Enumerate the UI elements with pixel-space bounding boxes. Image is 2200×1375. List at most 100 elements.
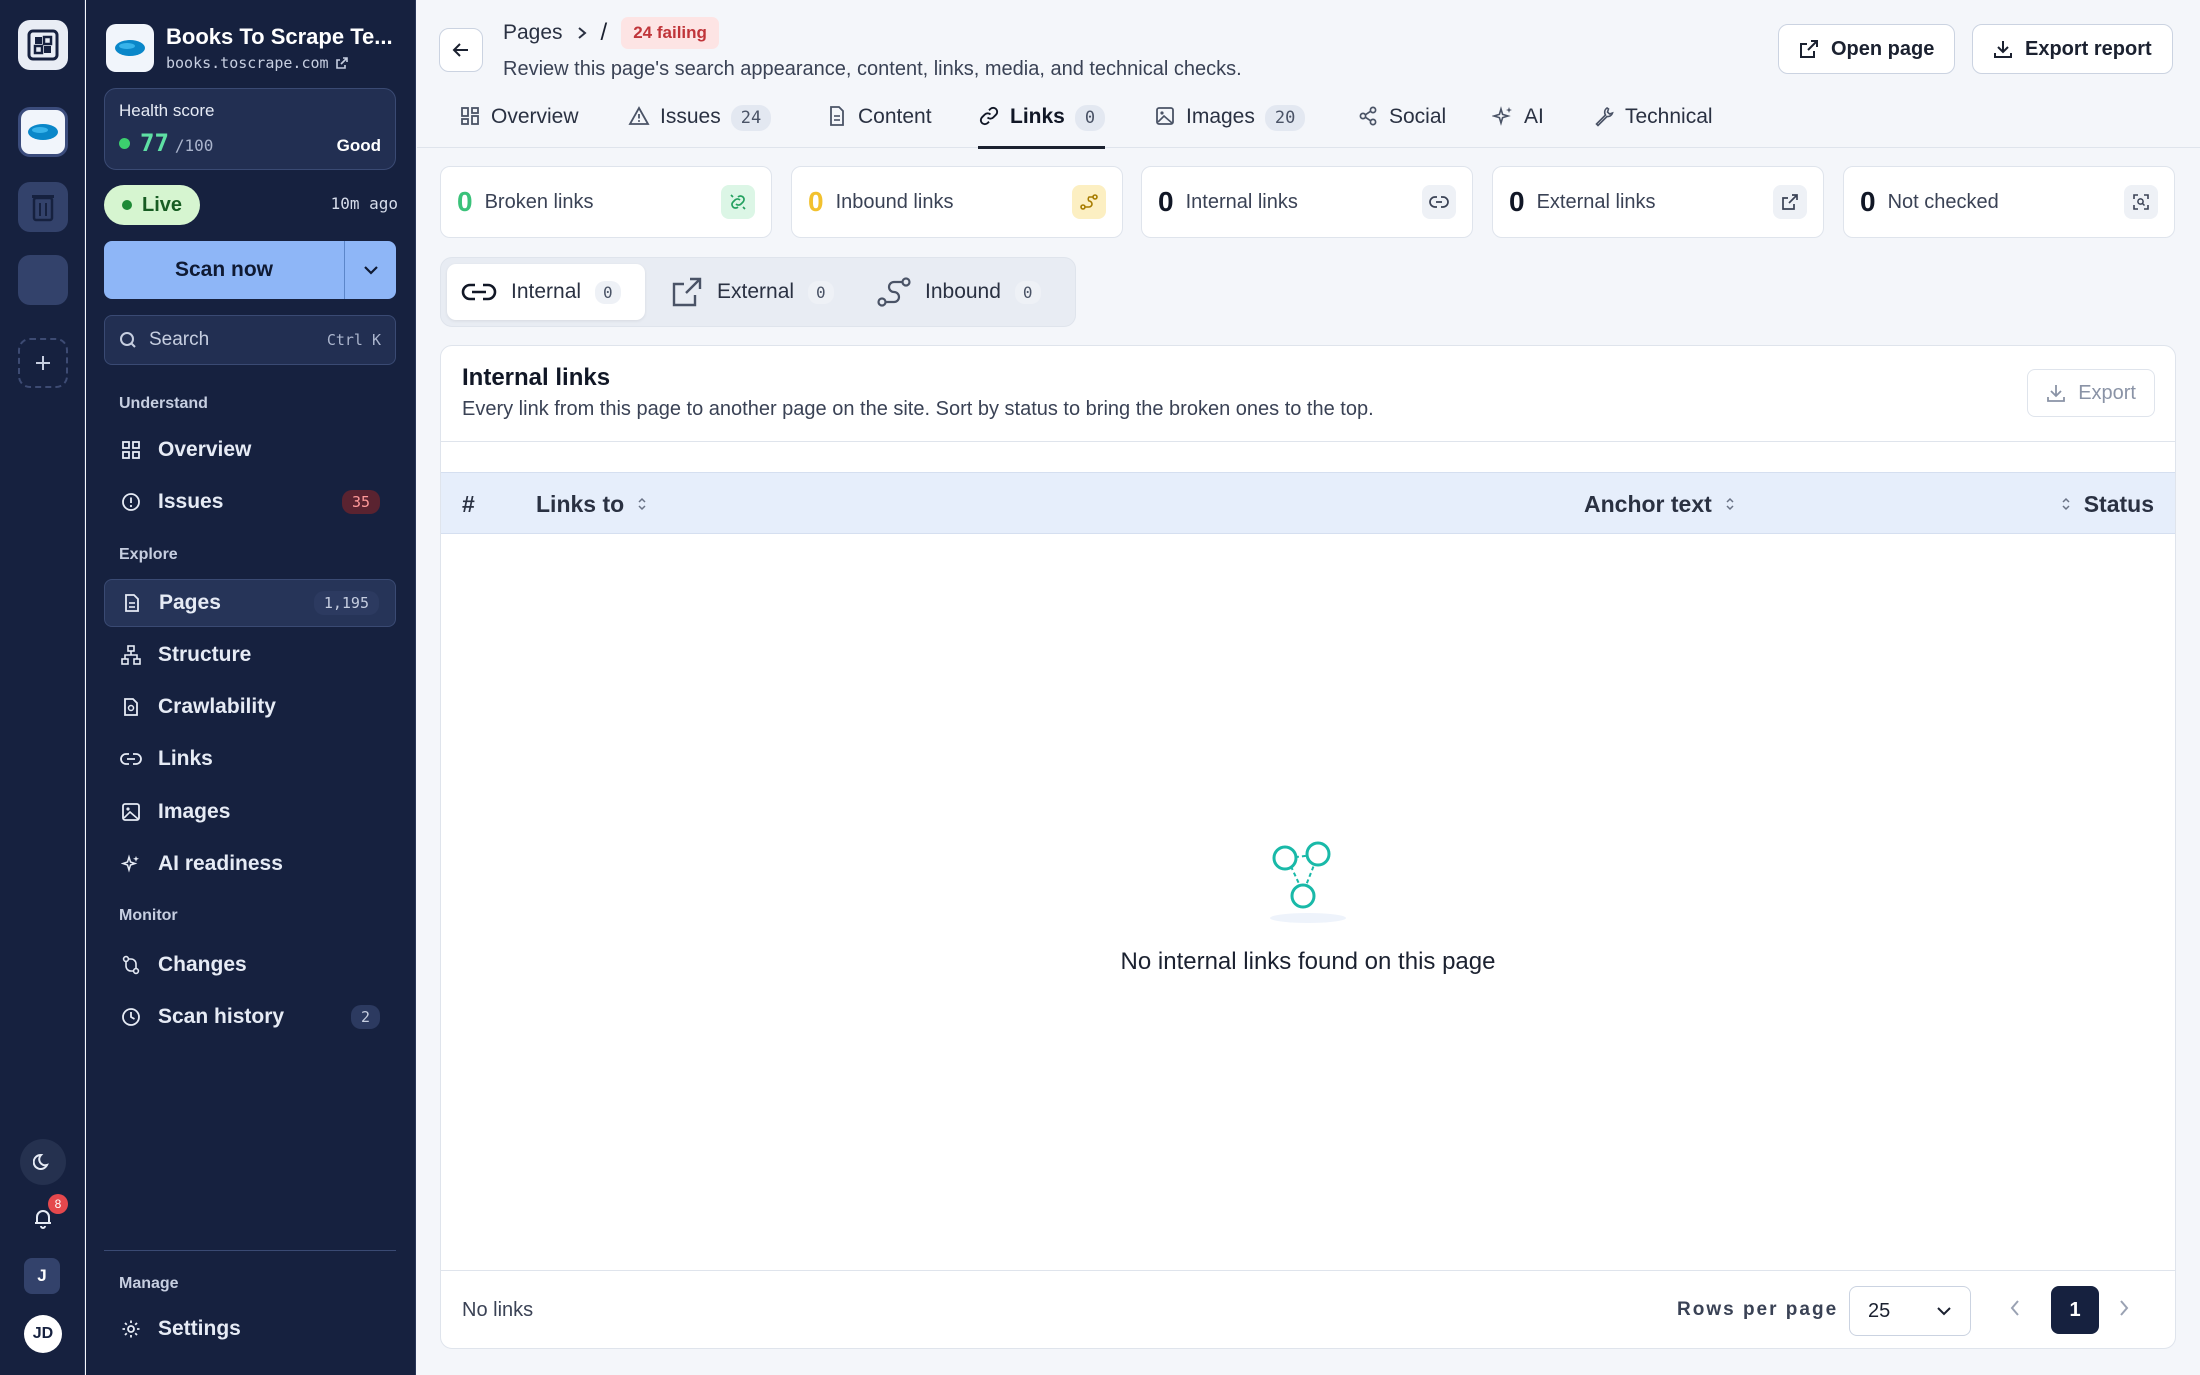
- tab-overview[interactable]: Overview: [459, 100, 579, 148]
- sidebar-item-label: Changes: [158, 953, 247, 976]
- segment-internal[interactable]: Internal 0: [447, 264, 645, 320]
- site-switch-trash-icon[interactable]: [18, 182, 68, 232]
- tab-content[interactable]: Content: [826, 100, 932, 148]
- external-link-icon: [335, 56, 349, 70]
- workspace-avatar[interactable]: J: [24, 1258, 60, 1294]
- sidebar-item-structure[interactable]: Structure: [104, 631, 396, 679]
- stat-broken-links[interactable]: 0 Broken links: [440, 166, 772, 238]
- sidebar-item-issues[interactable]: Issues 35: [104, 478, 396, 526]
- column-anchor-text[interactable]: Anchor text: [1584, 473, 1736, 535]
- open-page-button[interactable]: Open page: [1778, 24, 1956, 74]
- sidebar-item-changes[interactable]: Changes: [104, 941, 396, 989]
- sidebar-item-pages[interactable]: Pages 1,195: [104, 579, 396, 627]
- sort-icon: [2060, 496, 2072, 512]
- health-score-max: /100: [174, 136, 214, 155]
- column-links-to[interactable]: Links to: [536, 473, 648, 535]
- site-switch-books-icon[interactable]: [18, 107, 68, 157]
- download-icon: [2046, 383, 2066, 403]
- tab-links-count: 0: [1074, 105, 1106, 131]
- sort-icon: [636, 496, 648, 512]
- grid-icon: [120, 439, 142, 461]
- sparkles-icon: [120, 853, 142, 875]
- tab-images[interactable]: Images 20: [1154, 100, 1306, 148]
- health-grade: Good: [336, 136, 381, 155]
- segment-count: 0: [595, 280, 621, 304]
- rows-per-page-select[interactable]: 25: [1849, 1286, 1971, 1336]
- user-avatar[interactable]: JD: [24, 1315, 62, 1353]
- stat-value: 0: [808, 186, 824, 217]
- app-logo-icon[interactable]: [18, 20, 68, 70]
- stat-inbound-links[interactable]: 0 Inbound links: [791, 166, 1123, 238]
- tab-technical[interactable]: Technical: [1593, 100, 1713, 148]
- back-button[interactable]: [439, 28, 483, 72]
- external-link-icon: [1799, 39, 1819, 59]
- link-icon: [120, 748, 142, 770]
- stat-label: Inbound links: [835, 190, 954, 213]
- tab-social-label: Social: [1389, 105, 1447, 128]
- site-header[interactable]: Books To Scrape Te... books.toscrape.com: [106, 24, 393, 72]
- current-page-button[interactable]: 1: [2051, 1286, 2099, 1334]
- breadcrumb-pages-link[interactable]: Pages: [503, 21, 563, 45]
- health-score-card[interactable]: Health score 77 /100 Good: [104, 88, 396, 170]
- site-switch-blank-icon[interactable]: [18, 255, 68, 305]
- scan-history-count-badge: 2: [350, 1005, 380, 1029]
- file-search-icon: [120, 696, 142, 718]
- empty-state: No internal links found on this page: [441, 836, 2175, 976]
- sidebar-item-crawlability[interactable]: Crawlability: [104, 683, 396, 731]
- previous-page-chevron-left-icon[interactable]: [2009, 1298, 2021, 1318]
- page-detail-tabs: Overview Issues 24 Content Links 0 Image…: [417, 100, 2200, 149]
- tab-links[interactable]: Links 0: [978, 100, 1106, 149]
- export-links-button[interactable]: Export: [2027, 369, 2155, 417]
- export-report-button[interactable]: Export report: [1972, 24, 2173, 74]
- sitemap-icon: [120, 644, 142, 666]
- search-input[interactable]: Search Ctrl K: [104, 315, 396, 365]
- export-report-label: Export report: [2025, 37, 2152, 60]
- segment-inbound[interactable]: Inbound 0: [863, 264, 1055, 320]
- breadcrumb: Pages / 24 failing: [503, 16, 719, 50]
- tab-ai-label: AI: [1524, 105, 1544, 128]
- segment-label: External: [717, 280, 795, 303]
- dark-mode-moon-icon[interactable]: [20, 1139, 66, 1185]
- tab-social[interactable]: Social: [1357, 100, 1446, 148]
- link-icon: [461, 280, 497, 304]
- image-icon: [120, 801, 142, 823]
- scan-search-icon: [2124, 185, 2158, 219]
- segment-external[interactable]: External 0: [657, 264, 848, 320]
- failing-checks-badge[interactable]: 24 failing: [621, 17, 719, 49]
- link-type-switcher: Internal 0 External 0 Inbound 0: [440, 257, 1076, 327]
- rows-per-page-label: Rows per page: [1677, 1299, 1839, 1320]
- tab-images-label: Images: [1186, 105, 1255, 128]
- sidebar-item-overview[interactable]: Overview: [104, 426, 396, 474]
- sidebar-item-links[interactable]: Links: [104, 735, 396, 783]
- nav-section-monitor: Monitor: [119, 907, 178, 924]
- next-page-chevron-right-icon[interactable]: [2118, 1298, 2130, 1318]
- broken-link-icon: [721, 185, 755, 219]
- column-status[interactable]: Status: [2060, 473, 2154, 535]
- sidebar-item-ai-readiness[interactable]: AI readiness: [104, 840, 396, 888]
- nav-section-explore: Explore: [119, 546, 178, 563]
- segment-count: 0: [808, 280, 834, 304]
- sidebar-item-settings[interactable]: Settings: [104, 1305, 396, 1353]
- stat-external-links[interactable]: 0 External links: [1492, 166, 1824, 238]
- column-anchor-text-label: Anchor text: [1584, 490, 1712, 517]
- sidebar-item-images[interactable]: Images: [104, 788, 396, 836]
- page-description: Review this page's search appearance, co…: [503, 58, 1242, 80]
- tab-issues[interactable]: Issues 24: [628, 100, 772, 148]
- site-url-link[interactable]: books.toscrape.com: [166, 54, 393, 72]
- scan-button-group: Scan now: [104, 241, 396, 299]
- tab-ai[interactable]: AI: [1492, 100, 1544, 148]
- workspace-rail: 8 J JD: [0, 0, 85, 1375]
- column-index-label: #: [462, 490, 475, 517]
- git-compare-icon: [120, 954, 142, 976]
- scan-options-chevron-down-icon[interactable]: [344, 241, 396, 299]
- stat-label: External links: [1536, 190, 1656, 213]
- route-icon: [877, 276, 911, 308]
- sidebar-item-scan-history[interactable]: Scan history 2: [104, 993, 396, 1041]
- stat-label: Not checked: [1887, 190, 1999, 213]
- stat-not-checked[interactable]: 0 Not checked: [1843, 166, 2175, 238]
- scan-now-button[interactable]: Scan now: [104, 241, 344, 299]
- stat-internal-links[interactable]: 0 Internal links: [1141, 166, 1473, 238]
- add-site-icon[interactable]: [18, 338, 68, 388]
- notifications-count-badge: 8: [48, 1194, 68, 1214]
- sparkles-icon: [1492, 105, 1514, 127]
